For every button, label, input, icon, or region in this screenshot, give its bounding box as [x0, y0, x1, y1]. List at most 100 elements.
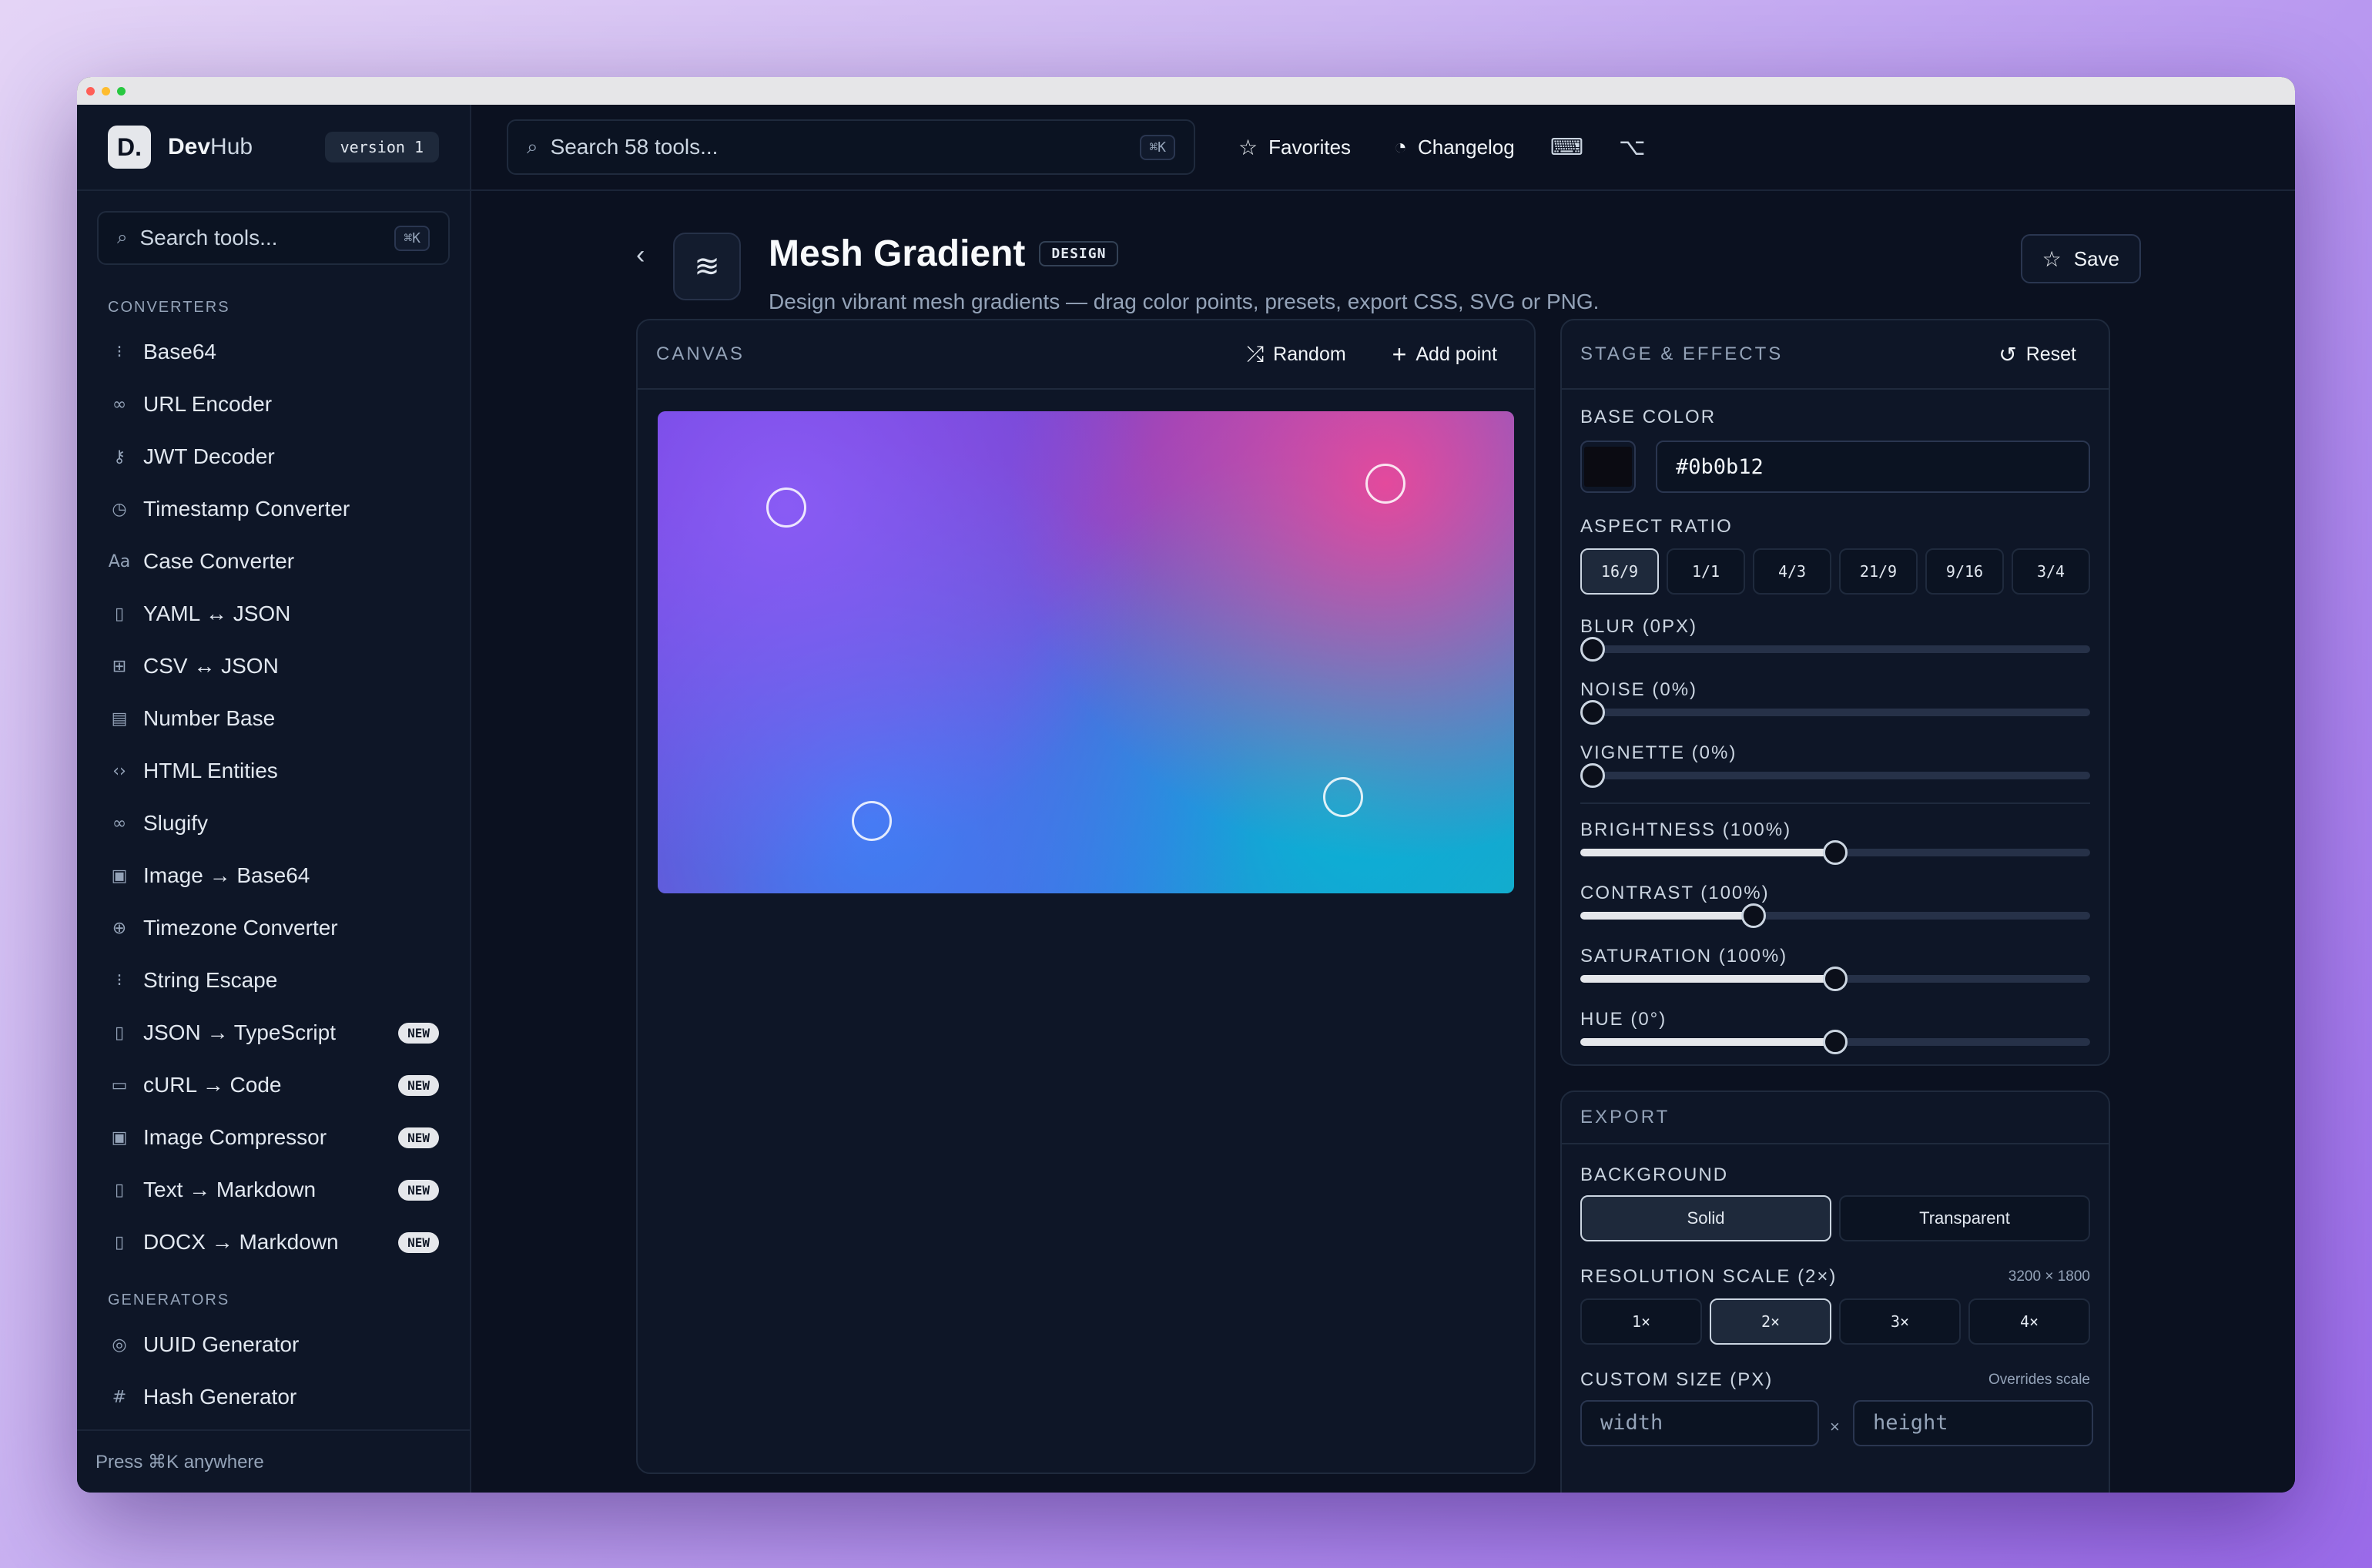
effect-slider[interactable]: [1580, 763, 2090, 788]
aspect-ratio-option[interactable]: 21/9: [1839, 548, 1918, 595]
minimize-dot[interactable]: [102, 86, 110, 95]
sidebar-item-label: URL Encoder: [143, 392, 273, 416]
sidebar-item[interactable]: ▯ JSON → TypeScript NEW: [77, 1007, 470, 1059]
slider-track[interactable]: [1580, 763, 2090, 788]
sidebar-item[interactable]: ▤ Number Base: [77, 692, 470, 745]
aspect-ratio-option[interactable]: 1/1: [1667, 548, 1745, 595]
slider-thumb[interactable]: [1823, 1030, 1848, 1054]
slider-thumb[interactable]: [1823, 967, 1848, 991]
effect-slider[interactable]: [1580, 840, 2090, 865]
gradient-canvas[interactable]: [658, 411, 1514, 893]
scale-option[interactable]: 1×: [1580, 1298, 1702, 1345]
sidebar-item[interactable]: ▯ DOCX → Markdown NEW: [77, 1216, 470, 1268]
sidebar-item[interactable]: ▯ YAML ↔ JSON: [77, 588, 470, 640]
color-point-handle[interactable]: [766, 487, 806, 528]
effect-slider[interactable]: [1580, 903, 2090, 928]
favorites-link[interactable]: ☆ Favorites: [1238, 135, 1351, 160]
slider-thumb[interactable]: [1580, 637, 1605, 662]
height-input[interactable]: height: [1853, 1400, 2093, 1446]
effect-slider[interactable]: [1580, 1030, 2090, 1054]
width-input[interactable]: width: [1580, 1400, 1819, 1446]
sidebar-item-label: cURL → Code: [143, 1073, 282, 1097]
effects-panel-header: STAGE & EFFECTS ↺ Reset: [1562, 320, 2109, 390]
sidebar-item[interactable]: ∞ Slugify: [77, 797, 470, 849]
reset-button[interactable]: ↺ Reset: [1998, 342, 2076, 367]
effect-slider[interactable]: [1580, 700, 2090, 725]
sidebar-item[interactable]: Aa Case Converter: [77, 535, 470, 588]
base-color-swatch[interactable]: [1580, 441, 1636, 493]
sidebar-item-label: JSON → TypeScript: [143, 1020, 337, 1044]
sidebar-item-label: Image → Base64: [143, 863, 310, 887]
aspect-ratio-option[interactable]: 4/3: [1753, 548, 1831, 595]
slider-track[interactable]: [1580, 967, 2090, 991]
add-point-button[interactable]: + Add point: [1392, 340, 1497, 369]
sidebar-item[interactable]: ▯ Text → Markdown NEW: [77, 1164, 470, 1216]
canvas-panel: CANVAS ⤮ Random + Add point: [636, 319, 1536, 1474]
aspect-ratio-option[interactable]: 16/9: [1580, 548, 1659, 595]
github-icon[interactable]: ⌥: [1619, 134, 1646, 161]
brand-name[interactable]: DevHub: [168, 134, 253, 160]
sidebar-item[interactable]: ∞ URL Encoder: [77, 378, 470, 431]
slider-track[interactable]: [1580, 903, 2090, 928]
sidebar-item[interactable]: ⁝ Base64: [77, 326, 470, 378]
slider-label: BRIGHTNESS (100%): [1580, 819, 1792, 840]
slider-track[interactable]: [1580, 840, 2090, 865]
slider-track[interactable]: [1580, 637, 2090, 662]
sidebar-item[interactable]: ◷ Timestamp Converter: [77, 483, 470, 535]
code-icon: ‹›: [112, 761, 126, 781]
scale-option[interactable]: 3×: [1839, 1298, 1961, 1345]
sidebar-item-label: CSV ↔ JSON: [143, 654, 279, 678]
base-color-input[interactable]: #0b0b12: [1656, 441, 2090, 493]
sidebar-item[interactable]: ▣ Image → Base64: [77, 849, 470, 902]
global-search-input[interactable]: ⌕ Search 58 tools... ⌘K: [507, 119, 1195, 175]
logo[interactable]: D.: [108, 126, 151, 169]
effect-slider[interactable]: [1580, 637, 2090, 662]
swatch-fill: [1584, 447, 1632, 487]
sidebar-item[interactable]: # Hash Generator: [77, 1371, 470, 1423]
fingerprint-icon: ◎: [112, 1335, 127, 1355]
browser-window: D. DevHub version 1 ⌕ Search tools... ⌘K…: [77, 77, 2295, 1493]
maximize-dot[interactable]: [117, 86, 126, 95]
brand: D. DevHub version 1: [77, 105, 470, 191]
link-icon: ∞: [112, 394, 127, 414]
sidebar-item[interactable]: ⁝ String Escape: [77, 954, 470, 1007]
sidebar-search-input[interactable]: ⌕ Search tools... ⌘K: [97, 211, 450, 265]
new-badge: NEW: [398, 1231, 439, 1253]
slider-thumb[interactable]: [1823, 840, 1848, 865]
sidebar-item[interactable]: ▭ cURL → Code NEW: [77, 1059, 470, 1111]
slider-track[interactable]: [1580, 1030, 2090, 1054]
random-label: Random: [1273, 343, 1346, 365]
background-option[interactable]: Transparent: [1839, 1195, 2090, 1241]
back-chevron-icon[interactable]: ‹: [636, 240, 645, 270]
color-point-handle[interactable]: [852, 801, 892, 842]
color-point-handle[interactable]: [1322, 776, 1363, 817]
version-badge[interactable]: version 1: [324, 132, 439, 162]
effect-slider[interactable]: [1580, 967, 2090, 991]
save-button[interactable]: ☆ Save: [2020, 234, 2141, 283]
changelog-link[interactable]: ◔ Changelog: [1394, 135, 1515, 159]
sidebar-item[interactable]: ⊕ Timezone Converter: [77, 902, 470, 954]
sidebar-item[interactable]: ◎ UUID Generator: [77, 1318, 470, 1371]
background-option[interactable]: Solid: [1580, 1195, 1831, 1241]
sidebar-item[interactable]: ⊞ CSV ↔ JSON: [77, 640, 470, 692]
favorites-label: Favorites: [1268, 135, 1352, 159]
random-button[interactable]: ⤮ Random: [1247, 342, 1346, 367]
scale-option[interactable]: 4×: [1968, 1298, 2090, 1345]
slider-track[interactable]: [1580, 700, 2090, 725]
sidebar-item[interactable]: ▣ Image Compressor NEW: [77, 1111, 470, 1164]
slider-thumb[interactable]: [1741, 903, 1767, 928]
aspect-ratio-option[interactable]: 9/16: [1925, 548, 2004, 595]
clock-icon: ◷: [112, 499, 127, 519]
slider-thumb[interactable]: [1580, 700, 1605, 725]
binary-icon: ⁝: [116, 970, 122, 990]
close-dot[interactable]: [86, 86, 95, 95]
aspect-ratio-option[interactable]: 3/4: [2012, 548, 2090, 595]
slider-label: CONTRAST (100%): [1580, 883, 1770, 903]
slider-thumb[interactable]: [1580, 763, 1605, 788]
keyboard-icon[interactable]: ⌨: [1550, 134, 1583, 161]
sidebar-item[interactable]: ‹› HTML Entities: [77, 745, 470, 797]
color-point-handle[interactable]: [1365, 463, 1406, 504]
sidebar-item-label: Number Base: [143, 706, 276, 730]
scale-option[interactable]: 2×: [1710, 1298, 1831, 1345]
sidebar-item[interactable]: ⚷ JWT Decoder: [77, 431, 470, 483]
